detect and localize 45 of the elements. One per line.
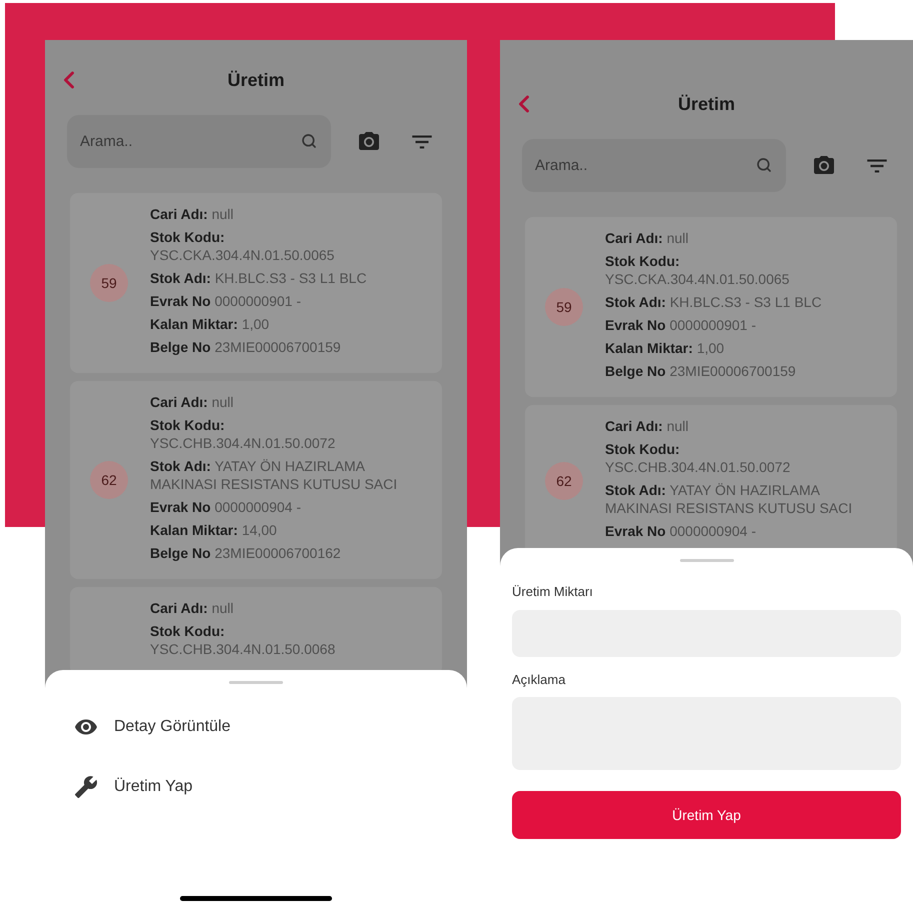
screen-title: Üretim	[227, 68, 284, 92]
menu-item[interactable]: Üretim Yap	[74, 774, 438, 800]
record-field: Belge No 23MIE00006700159	[150, 338, 422, 356]
record-field: Stok Kodu: YSC.CHB.304.4N.01.50.0072	[150, 416, 422, 452]
menu-item-label: Detay Görüntüle	[114, 717, 231, 737]
record-field: Stok Adı: YATAY ÖN HAZIRLAMA MAKINASI RESISTANS KUTUSU SACI	[150, 457, 422, 493]
search-field[interactable]: Arama..	[522, 139, 786, 192]
record-number: 62	[90, 461, 128, 499]
menu-item-label: Üretim Yap	[114, 776, 193, 797]
record-card[interactable]: 59 Cari Adı: null Stok Kodu: YSC.CKA.304.4N.01.50.0065 Stok Adı: KH.BLC.S3 - S3 L1 BLC Evrak No 0000000901 - Kalan Miktar: 1,00 Belge No 23MIE00006700159	[525, 217, 897, 397]
record-field: Evrak No 0000000904 -	[605, 522, 877, 540]
record-field: Kalan Miktar: 1,00	[605, 339, 877, 357]
record-number: 59	[545, 288, 583, 326]
field-label: Açıklama	[512, 670, 566, 689]
field-label: Üretim Miktarı	[512, 583, 594, 601]
search-field[interactable]: Arama..	[67, 115, 331, 168]
record-number: 62	[545, 462, 583, 500]
record-field: Stok Kodu: YSC.CKA.304.4N.01.50.0065	[605, 252, 877, 288]
record-field: Kalan Miktar: 1,00	[150, 315, 422, 333]
record-field: Cari Adı: null	[605, 417, 877, 435]
record-field: Cari Adı: null	[150, 393, 422, 411]
record-field: Evrak No 0000000904 -	[150, 498, 422, 516]
record-field: Stok Adı: KH.BLC.S3 - S3 L1 BLC	[150, 269, 422, 287]
wrench-icon	[74, 775, 98, 799]
search-icon	[756, 157, 772, 173]
record-field: Belge No 23MIE00006700162	[150, 544, 422, 562]
record-field: Stok Adı: YATAY ÖN HAZIRLAMA MAKINASI RESISTANS KUTUSU SACI	[605, 481, 877, 517]
record-card[interactable]: 62 Cari Adı: null Stok Kodu: YSC.CHB.304.4N.01.50.0072 Stok Adı: YATAY ÖN HAZIRLAMA MAKINASI RESISTANS KUTUSU SACI Evrak No 0000000904 - Kalan Miktar: 14,00 Belge No 23MIE00006700162	[70, 381, 442, 579]
record-card[interactable]: 59 Cari Adı: null Stok Kodu: YSC.CKA.304.4N.01.50.0065 Stok Adı: KH.BLC.S3 - S3 L1 BLC Evrak No 0000000901 - Kalan Miktar: 1,00 Belge No 23MIE00006700159	[70, 193, 442, 373]
menu-item[interactable]: Detay Görüntüle	[74, 714, 438, 740]
submit-button[interactable]: Üretim Yap	[512, 791, 901, 839]
record-field: Cari Adı: null	[605, 229, 877, 247]
record-field: Evrak No 0000000901 -	[605, 316, 877, 334]
record-field: Kalan Miktar: 14,00	[150, 521, 422, 539]
screen-title: Üretim	[678, 92, 735, 116]
search-icon	[301, 133, 317, 149]
record-field: Evrak No 0000000901 -	[150, 292, 422, 310]
record-field: Stok Adı: KH.BLC.S3 - S3 L1 BLC	[605, 293, 877, 311]
record-field: Cari Adı: null	[150, 205, 422, 223]
record-field: Stok Kodu: YSC.CHB.304.4N.01.50.0068	[150, 622, 422, 658]
record-field: Belge No 23MIE00006700159	[605, 362, 877, 380]
record-number: 59	[90, 264, 128, 302]
record-field: Stok Kodu: YSC.CKA.304.4N.01.50.0065	[150, 228, 422, 264]
record-field: Stok Kodu: YSC.CHB.304.4N.01.50.0072	[605, 440, 877, 476]
record-field: Cari Adı: null	[150, 599, 422, 617]
